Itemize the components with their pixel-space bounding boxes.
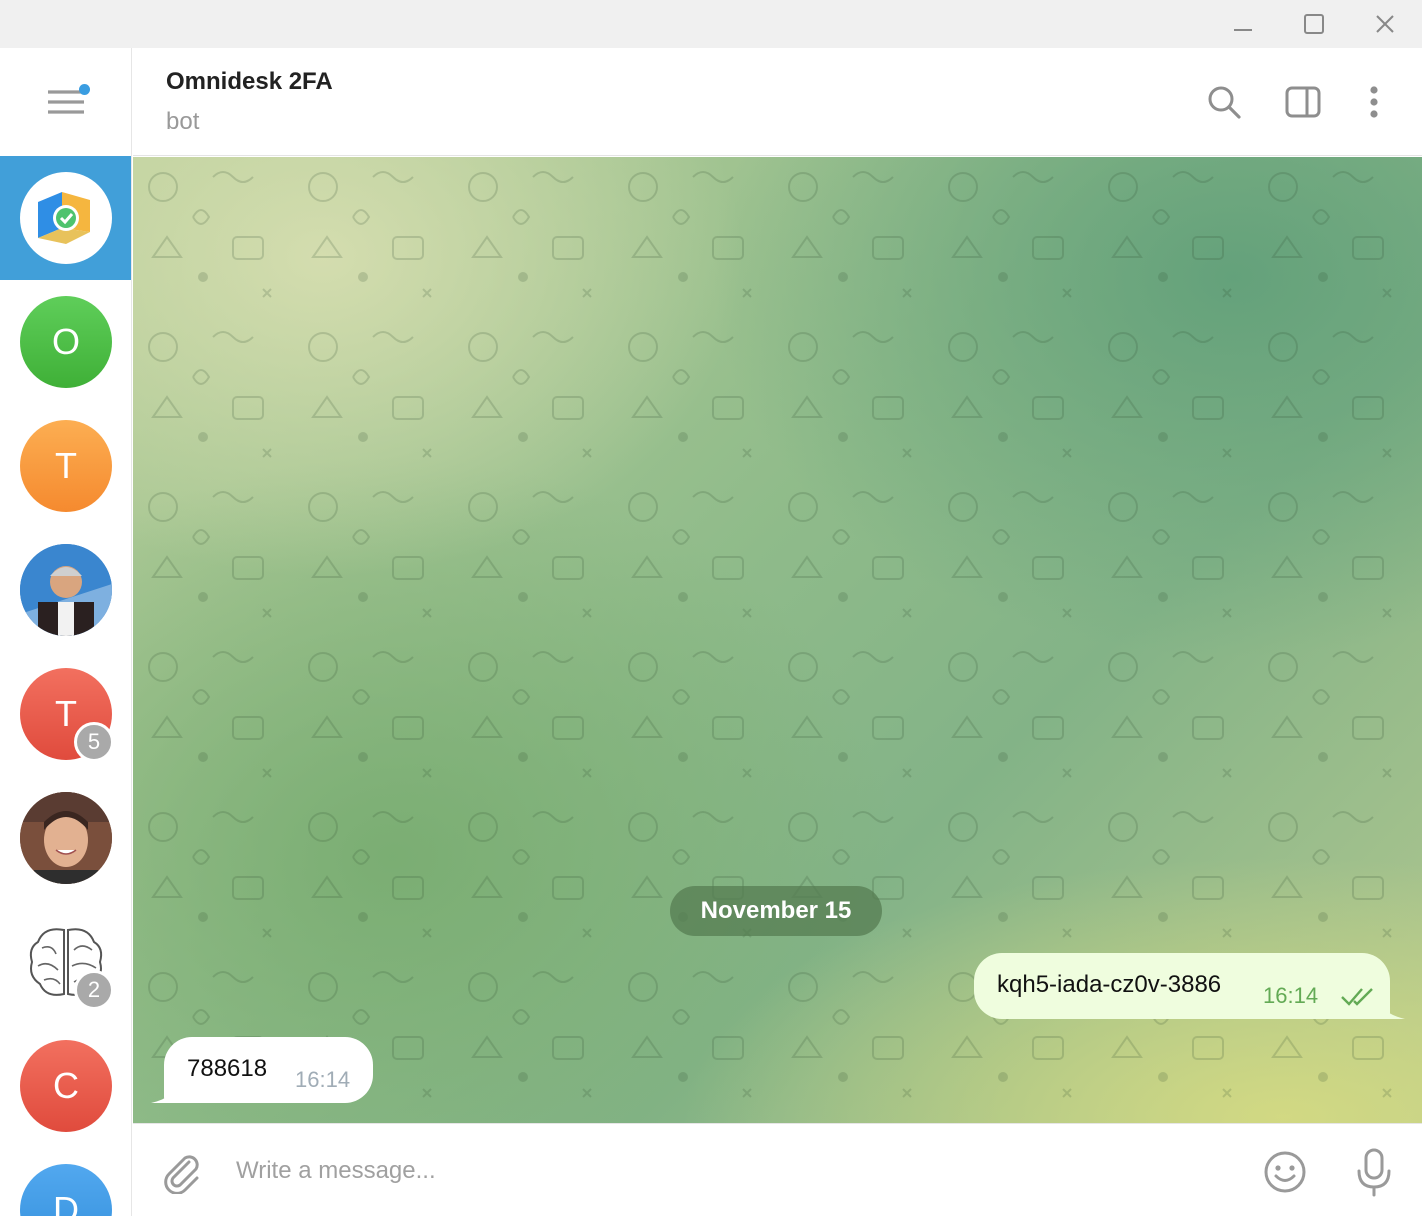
avatar (20, 792, 112, 884)
message-composer (133, 1123, 1422, 1216)
omnidesk-logo-icon (38, 192, 90, 244)
chat-item-c[interactable]: C (0, 1024, 131, 1148)
menu-notification-dot (79, 84, 90, 95)
minimize-button[interactable] (1208, 0, 1278, 48)
close-button[interactable] (1350, 0, 1420, 48)
avatar (20, 172, 112, 264)
chat-list-sidebar: O T T 5 2 C D (0, 48, 132, 1216)
avatar: T (20, 420, 112, 512)
avatar-initial: D (53, 1189, 79, 1216)
avatar-initial: T (55, 693, 77, 734)
more-vertical-icon (1370, 86, 1378, 118)
chat-messages-area[interactable]: November 15 kqh5-iada-cz0v-3886 16:14 78… (133, 157, 1422, 1123)
date-separator: November 15 (670, 886, 882, 936)
chat-item-brain[interactable]: 2 (0, 900, 131, 1024)
chat-item-photo-person[interactable] (0, 528, 131, 652)
main-menu-button[interactable] (0, 48, 131, 156)
avatar-initial: O (51, 321, 80, 362)
avatar: 2 (20, 916, 114, 1010)
close-icon (1376, 15, 1394, 33)
chat-item-t-orange[interactable]: T (0, 404, 131, 528)
maximize-icon (1304, 14, 1324, 34)
chat-header: Omnidesk 2FA bot (133, 48, 1422, 156)
minimize-icon (1234, 29, 1252, 31)
maximize-button[interactable] (1279, 0, 1349, 48)
more-options-button[interactable] (1350, 78, 1398, 126)
voice-message-button[interactable] (1348, 1146, 1400, 1198)
sidebar-toggle-icon (1285, 86, 1321, 118)
message-time: 16:14 (295, 1067, 351, 1092)
avatar: D (20, 1164, 112, 1216)
avatar: T 5 (20, 668, 114, 762)
emoji-button[interactable] (1259, 1146, 1311, 1198)
avatar-initial: C (53, 1065, 79, 1106)
avatar: C (20, 1040, 112, 1132)
emoji-icon (1264, 1151, 1306, 1193)
title-bar (0, 0, 1422, 48)
avatar (20, 544, 112, 636)
chat-item-t-red[interactable]: T 5 (0, 652, 131, 776)
avatar-initial: T (55, 445, 77, 486)
message-input[interactable] (236, 1146, 1236, 1196)
sidebar-toggle-button[interactable] (1279, 78, 1327, 126)
person-photo-icon (20, 544, 112, 636)
message-bubble-outgoing[interactable]: kqh5-iada-cz0v-3886 16:14 (974, 953, 1390, 1019)
chat-item-o[interactable]: O (0, 280, 131, 404)
unread-badge: 5 (74, 722, 114, 762)
search-button[interactable] (1200, 78, 1248, 126)
message-text: 788618 (187, 1055, 268, 1082)
chat-item-d[interactable]: D (0, 1148, 131, 1216)
smiling-man-photo-icon (20, 792, 112, 884)
chat-item-omnidesk-2fa[interactable] (0, 156, 131, 280)
attach-icon (164, 1155, 199, 1194)
unread-badge: 2 (74, 970, 114, 1010)
message-bubble-incoming[interactable]: 788618 16:14 (164, 1037, 373, 1103)
chat-item-photo-man[interactable] (0, 776, 131, 900)
chat-title[interactable]: Omnidesk 2FA (166, 68, 333, 96)
message-time: 16:14 (1263, 983, 1319, 1008)
microphone-icon (1357, 1148, 1391, 1197)
avatar: O (20, 296, 112, 388)
message-text: kqh5-iada-cz0v-3886 (997, 971, 1222, 998)
chat-status: bot (166, 108, 200, 135)
attach-button[interactable] (155, 1146, 207, 1198)
search-icon (1208, 86, 1241, 119)
read-checkmarks-icon (1341, 988, 1373, 1006)
